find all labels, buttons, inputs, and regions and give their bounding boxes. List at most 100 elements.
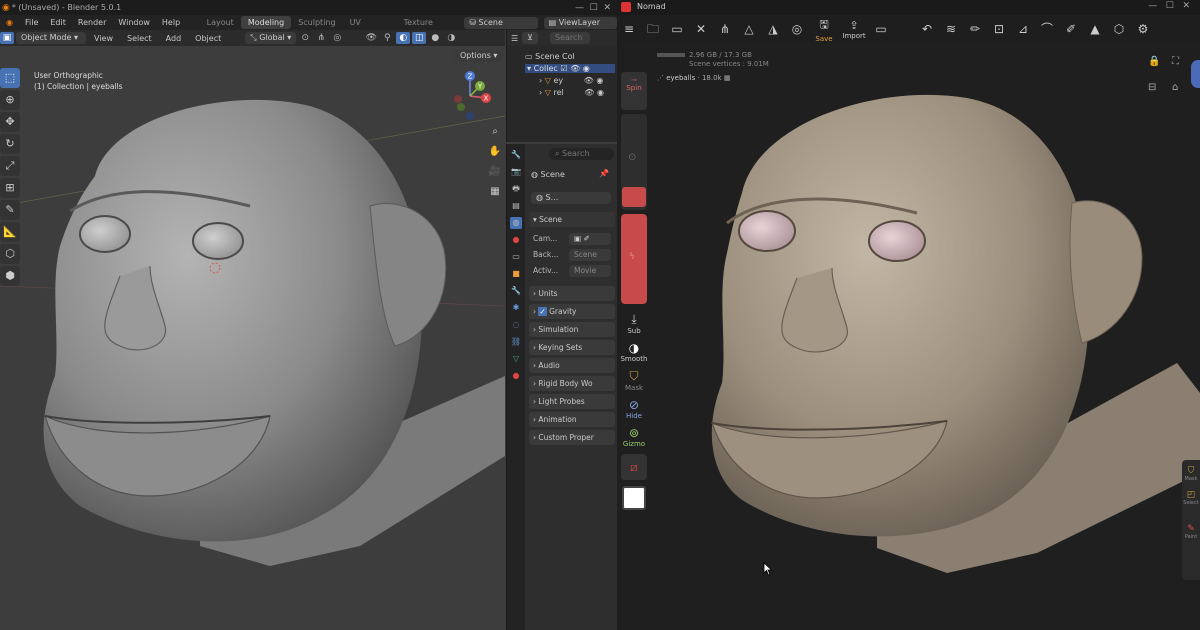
options-dropdown[interactable]: Options ▾ xyxy=(455,50,503,62)
object-mode-dropdown[interactable]: Object Mode ▾ xyxy=(16,32,86,44)
shading-solid-icon[interactable]: ● xyxy=(428,32,442,44)
row-camera[interactable]: Cam... ▣ ✐ xyxy=(533,232,615,246)
camera-icon[interactable]: ◉ xyxy=(597,88,604,97)
screen-icon[interactable]: ▭ xyxy=(665,17,689,41)
output-tab-icon[interactable]: 🖶 xyxy=(510,183,522,195)
collection-tab-icon[interactable]: ▭ xyxy=(510,251,522,263)
data-tab-icon[interactable]: ▽ xyxy=(510,353,522,365)
scene-tree-icon[interactable]: ⋔ xyxy=(713,17,737,41)
checkbox-icon[interactable]: ☑ xyxy=(560,64,567,73)
scale-icon[interactable]: ⤢ xyxy=(0,156,20,176)
header-menu-select[interactable]: Select xyxy=(121,34,158,43)
video-icon[interactable]: ▭ xyxy=(869,17,893,41)
view-layer-tab-icon[interactable]: ▤ xyxy=(510,200,522,212)
smooth-button[interactable]: ◑ Smooth xyxy=(620,341,648,363)
cursor-icon[interactable]: ⊕ xyxy=(0,90,20,110)
zoom-icon[interactable]: ⌕ xyxy=(488,125,502,139)
brush-flatten-icon[interactable]: ▲ xyxy=(1083,17,1107,41)
header-menu-add[interactable]: Add xyxy=(160,34,188,43)
menu-window[interactable]: Window xyxy=(112,18,156,27)
panel-gravity[interactable]: › ✓ Gravity xyxy=(529,304,615,319)
gravity-checkbox[interactable]: ✓ xyxy=(538,307,547,316)
move-icon[interactable]: ✥ xyxy=(0,112,20,132)
brush-crease-icon[interactable]: ⌒ xyxy=(1035,17,1059,41)
annotate-icon[interactable]: ✎ xyxy=(0,200,20,220)
camera-field[interactable]: ▣ ✐ xyxy=(569,233,611,245)
eye-icon[interactable]: 👁 xyxy=(584,76,594,85)
row-active-clip[interactable]: Activ... Movie xyxy=(533,264,615,278)
orientation-dropdown[interactable]: ⤡ Global ▾ xyxy=(245,32,297,44)
import-button[interactable]: ⇪ Import xyxy=(839,19,869,40)
properties-search[interactable]: ⌕ Search xyxy=(549,148,614,160)
menu-file[interactable]: File xyxy=(19,18,44,27)
camera-icon[interactable]: ◉ xyxy=(596,76,603,85)
row-background[interactable]: Back... Scene xyxy=(533,248,615,262)
brush-inflate-icon[interactable]: ⬡ xyxy=(1107,17,1131,41)
panel-light-probes[interactable]: › Light Probes xyxy=(529,394,615,409)
tool-tab-icon[interactable]: 🔧 xyxy=(510,149,522,161)
eye-icon[interactable]: 👁 xyxy=(584,88,594,97)
view-cube[interactable] xyxy=(1191,60,1200,88)
tools-icon[interactable]: ✕ xyxy=(689,17,713,41)
right-mask-button[interactable]: ⛉ Mask xyxy=(1182,460,1200,482)
scene-datablock-field[interactable]: ◍ S... xyxy=(531,192,611,204)
sculpt-viewport-clay[interactable] xyxy=(617,43,1200,630)
menu-render[interactable]: Render xyxy=(72,18,112,27)
pivot-icon[interactable]: ⊙ xyxy=(298,32,312,44)
snap-icon[interactable]: ⋔ xyxy=(314,32,328,44)
panel-animation[interactable]: › Animation xyxy=(529,412,615,427)
symmetry-spin-button[interactable]: ⊸ Spin xyxy=(621,72,647,110)
panel-audio[interactable]: › Audio xyxy=(529,358,615,373)
brush-move-icon[interactable]: ⊿ xyxy=(1011,17,1035,41)
color-swatch[interactable] xyxy=(622,486,646,510)
topology-icon[interactable]: △ xyxy=(737,17,761,41)
intensity-slider[interactable]: ϟ xyxy=(621,214,647,304)
panel-simulation[interactable]: › Simulation xyxy=(529,322,615,337)
camera-icon[interactable]: ◉ xyxy=(583,64,590,73)
scene-tab-icon[interactable]: ◍ xyxy=(510,217,522,229)
pin-icon[interactable]: 📌 xyxy=(599,169,609,178)
transform-icon[interactable]: ⊞ xyxy=(0,178,20,198)
object-tab-icon[interactable]: ■ xyxy=(510,268,522,280)
eye-icon[interactable]: 👁 xyxy=(570,64,580,73)
pan-hand-icon[interactable]: ✋ xyxy=(488,145,502,159)
panel-keying-sets[interactable]: › Keying Sets xyxy=(529,340,615,355)
panel-custom-properties[interactable]: › Custom Proper xyxy=(529,430,615,445)
radius-slider[interactable]: ⊙ xyxy=(621,114,647,210)
workspace-tab-texture-paint[interactable]: Texture Paint xyxy=(397,16,461,40)
render-icon[interactable]: ◎ xyxy=(785,17,809,41)
right-paint-button[interactable]: ✎ Paint xyxy=(1182,506,1200,540)
gizmo-button[interactable]: ⊚ Gizmo xyxy=(620,426,648,448)
brush-pencil-icon[interactable]: ✏ xyxy=(963,17,987,41)
gallery-icon[interactable]: ⊟ xyxy=(1148,82,1156,93)
xray-icon[interactable]: ◫ xyxy=(412,32,427,44)
world-tab-icon[interactable]: ● xyxy=(510,234,522,246)
active-clip-field[interactable]: Movie xyxy=(569,265,611,277)
render-tab-icon[interactable]: 📷 xyxy=(510,166,522,178)
camera-view-icon[interactable]: 🎥 xyxy=(488,165,502,179)
workspace-tab-uv-editing[interactable]: UV Editing xyxy=(343,16,397,40)
overlay-icon[interactable]: ◐ xyxy=(396,32,411,44)
add-cube-icon[interactable]: ⬡ xyxy=(0,244,20,264)
workspace-tab-modeling[interactable]: Modeling xyxy=(240,16,292,29)
window-controls[interactable]: — ☐ ✕ xyxy=(1148,1,1190,11)
visibility-icon[interactable]: 👁 xyxy=(364,32,378,44)
menu-icon[interactable]: ≡ xyxy=(617,17,641,41)
gizmo-toggle-icon[interactable]: ⚲ xyxy=(380,32,394,44)
material-tab-icon[interactable]: ● xyxy=(510,370,522,382)
save-button[interactable]: 🖫 Save xyxy=(809,16,839,43)
lock-icon[interactable]: 🔒 xyxy=(1148,56,1160,67)
select-box-icon[interactable]: ⬚ xyxy=(0,68,20,88)
frame-icon[interactable]: ⛶ xyxy=(1172,56,1179,67)
sculpt-viewport-gray[interactable] xyxy=(0,46,505,630)
background-field[interactable]: Scene xyxy=(569,249,611,261)
brush-paint-icon[interactable]: ✐ xyxy=(1059,17,1083,41)
window-controls[interactable]: — ☐ ✕ xyxy=(575,3,611,13)
undo-icon[interactable]: ↶ xyxy=(915,17,939,41)
extrude-icon[interactable]: ⬢ xyxy=(0,266,20,286)
panel-units[interactable]: › Units xyxy=(529,286,615,301)
brush-clay-icon[interactable]: ≋ xyxy=(939,17,963,41)
stroke-disable-icon[interactable]: ⧄ xyxy=(621,454,647,480)
files-icon[interactable]: 🗀 xyxy=(641,17,665,41)
panel-rigid-body-world[interactable]: › Rigid Body Wo xyxy=(529,376,615,391)
